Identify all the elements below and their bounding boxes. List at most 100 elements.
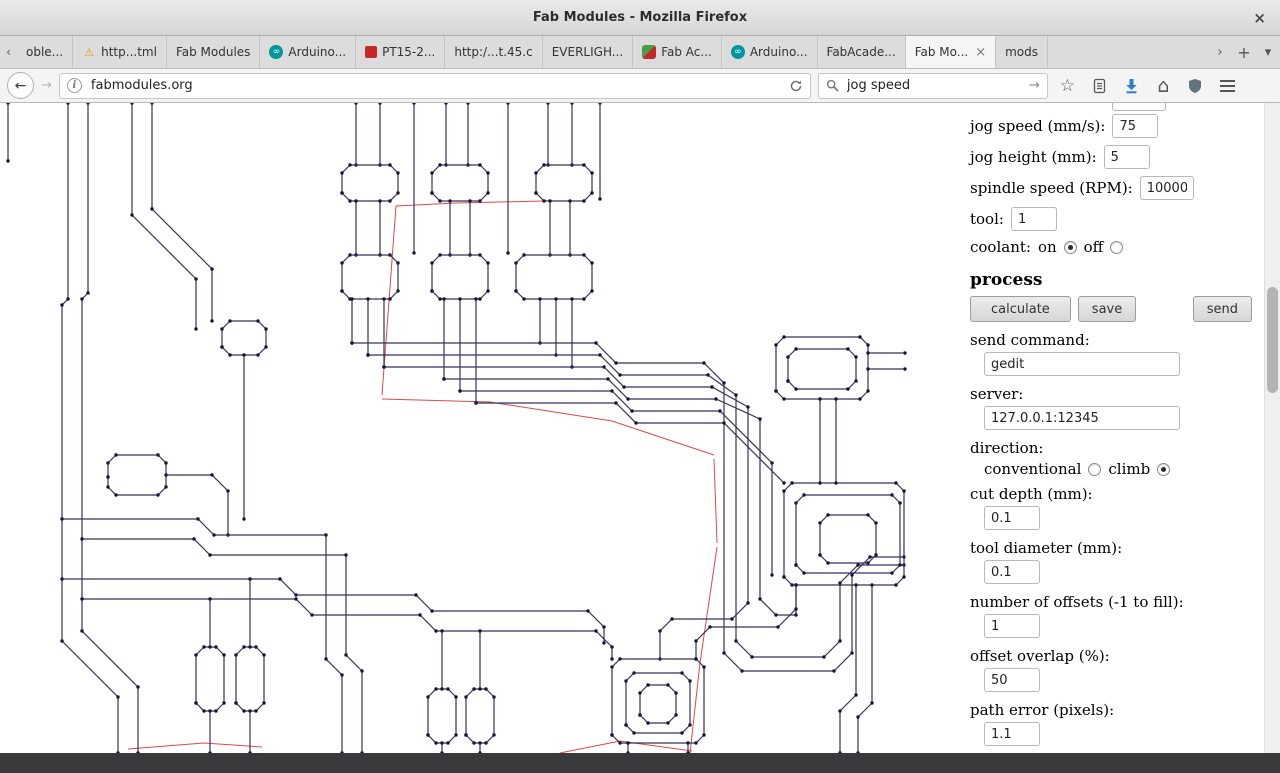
toolpath-canvas <box>6 103 907 753</box>
arduino-favicon-icon: ∞ <box>730 45 745 59</box>
offsets-input[interactable] <box>984 614 1040 638</box>
page-content: jog speed (mm/s): jog height (mm): spind… <box>0 103 1280 753</box>
fab-favicon-icon <box>642 45 657 59</box>
navigation-toolbar: ← → i → ☆ ⌂ <box>0 69 1280 103</box>
server-label: server: <box>970 385 1024 403</box>
menu-hamburger-icon[interactable] <box>1215 73 1240 98</box>
tab-label: Fab Mo... <box>914 45 969 59</box>
tab-label: oble... <box>26 45 64 59</box>
tab-label: PT15-2... <box>382 45 436 59</box>
save-button[interactable]: save <box>1077 296 1137 322</box>
process-heading: process <box>970 270 1043 290</box>
tab-fab-ac-[interactable]: Fab Ac... <box>633 36 722 68</box>
cut-depth-input[interactable] <box>984 506 1040 530</box>
tab-fab-mo-[interactable]: Fab Mo... × <box>905 36 997 68</box>
direction-conventional-radio[interactable] <box>1088 462 1102 476</box>
tab-pt15-2-[interactable]: PT15-2... <box>356 36 446 68</box>
coolant-on-radio[interactable] <box>1063 240 1077 254</box>
jog-speed-input[interactable] <box>1112 114 1159 138</box>
tool-input[interactable] <box>1010 207 1057 231</box>
settings-panel: jog speed (mm/s): jog height (mm): spind… <box>962 103 1258 753</box>
tab-label: EVERLIGH... <box>551 45 624 59</box>
send-command-label: send command: <box>970 331 1090 349</box>
coolant-label: coolant: <box>970 238 1031 256</box>
bookmark-star-icon[interactable]: ☆ <box>1055 73 1080 98</box>
direction-climb-label: climb <box>1108 460 1151 478</box>
tab-http-t-45-c[interactable]: http:/...t.45.c <box>445 36 543 68</box>
downloads-icon[interactable] <box>1119 73 1144 98</box>
window-titlebar: Fab Modules - Mozilla Firefox × <box>0 0 1280 36</box>
search-go-icon[interactable]: → <box>1029 78 1040 93</box>
warning-favicon-icon: ⚠ <box>84 45 95 59</box>
tab-label: Arduino... <box>749 45 808 59</box>
scrollbar-thumb[interactable] <box>1267 287 1278 393</box>
tab-spacer <box>1048 36 1208 68</box>
send-button[interactable]: send <box>1192 296 1252 322</box>
overlap-label: offset overlap (%): <box>970 647 1110 665</box>
tab-fab-modules[interactable]: Fab Modules <box>167 36 261 68</box>
jog-height-input[interactable] <box>1103 145 1150 169</box>
tab-arduino-[interactable]: ∞ Arduino... <box>260 36 357 68</box>
tab-everligh-[interactable]: EVERLIGH... <box>543 36 634 68</box>
spindle-speed-input[interactable] <box>1139 176 1194 200</box>
direction-climb-radio[interactable] <box>1157 462 1171 476</box>
tab-label: http...tml <box>101 45 157 59</box>
url-input[interactable] <box>88 77 782 94</box>
coolant-on-label: on <box>1037 238 1057 256</box>
window-title: Fab Modules - Mozilla Firefox <box>532 10 748 25</box>
site-info-icon[interactable]: i <box>66 78 82 93</box>
tab-http-tml[interactable]: ⚠ http...tml <box>73 36 167 68</box>
coolant-off-label: off <box>1083 238 1104 256</box>
reading-list-icon[interactable] <box>1087 73 1112 98</box>
jog-speed-label: jog speed (mm/s): <box>970 117 1106 135</box>
tool-diameter-label: tool diameter (mm): <box>970 539 1123 557</box>
toolpath-view <box>0 103 960 753</box>
tab-label: mods <box>1005 45 1039 59</box>
tool-diameter-input[interactable] <box>984 560 1040 584</box>
tab-label: http:/...t.45.c <box>454 45 533 59</box>
tab-scroll-left-icon[interactable]: ‹ <box>0 36 17 68</box>
tab-arduino-[interactable]: ∞ Arduino... <box>722 36 818 68</box>
forward-button[interactable]: → <box>41 78 52 93</box>
list-tabs-icon[interactable]: ▾ <box>1256 36 1280 68</box>
tab-label: FabAcade... <box>826 45 896 59</box>
url-bar[interactable]: i <box>58 72 811 99</box>
coolant-off-radio[interactable] <box>1110 240 1124 254</box>
arduino-favicon-icon: ∞ <box>269 45 284 59</box>
path-error-input[interactable] <box>984 722 1040 746</box>
path-error-label: path error (pixels): <box>970 701 1115 719</box>
tab-mods[interactable]: mods <box>996 36 1049 68</box>
window-close-icon[interactable]: × <box>1253 9 1266 27</box>
bottom-bar <box>0 753 1280 773</box>
search-input[interactable] <box>844 77 1023 94</box>
calculate-button[interactable]: calculate <box>970 296 1071 322</box>
vertical-scrollbar[interactable] <box>1264 103 1280 753</box>
jog-height-label: jog height (mm): <box>970 148 1097 166</box>
spindle-speed-label: spindle speed (RPM): <box>970 179 1133 197</box>
overlap-input[interactable] <box>984 668 1040 692</box>
tab-label: Fab Ac... <box>661 45 712 59</box>
tab-bar: ‹ oble... ⚠ http...tml Fab Modules ∞ Arduino.… <box>0 36 1280 69</box>
clipped-input-above[interactable] <box>1112 103 1166 111</box>
direction-label: direction: <box>970 439 1044 457</box>
reddoc-favicon-icon <box>365 46 378 58</box>
tab-label: Arduino... <box>288 45 347 59</box>
tab-oble-[interactable]: oble... <box>17 36 74 68</box>
new-tab-button[interactable]: + <box>1232 36 1256 68</box>
server-input[interactable] <box>984 406 1180 430</box>
cut-depth-label: cut depth (mm): <box>970 485 1093 503</box>
home-icon[interactable]: ⌂ <box>1151 73 1176 98</box>
search-icon <box>826 79 839 92</box>
tab-strip: oble... ⚠ http...tml Fab Modules ∞ Arduino...… <box>17 36 1049 68</box>
tab-close-icon[interactable]: × <box>975 45 986 60</box>
search-bar[interactable]: → <box>817 72 1048 99</box>
back-button[interactable]: ← <box>7 72 34 99</box>
shield-icon[interactable] <box>1183 73 1208 98</box>
tab-fabacade-[interactable]: FabAcade... <box>818 36 906 68</box>
reload-icon[interactable] <box>789 79 803 93</box>
offsets-label: number of offsets (-1 to fill): <box>970 593 1184 611</box>
tool-label: tool: <box>970 210 1004 228</box>
tab-scroll-right-icon[interactable]: › <box>1208 36 1232 68</box>
send-command-input[interactable] <box>984 352 1180 376</box>
tab-label: Fab Modules <box>175 45 251 59</box>
